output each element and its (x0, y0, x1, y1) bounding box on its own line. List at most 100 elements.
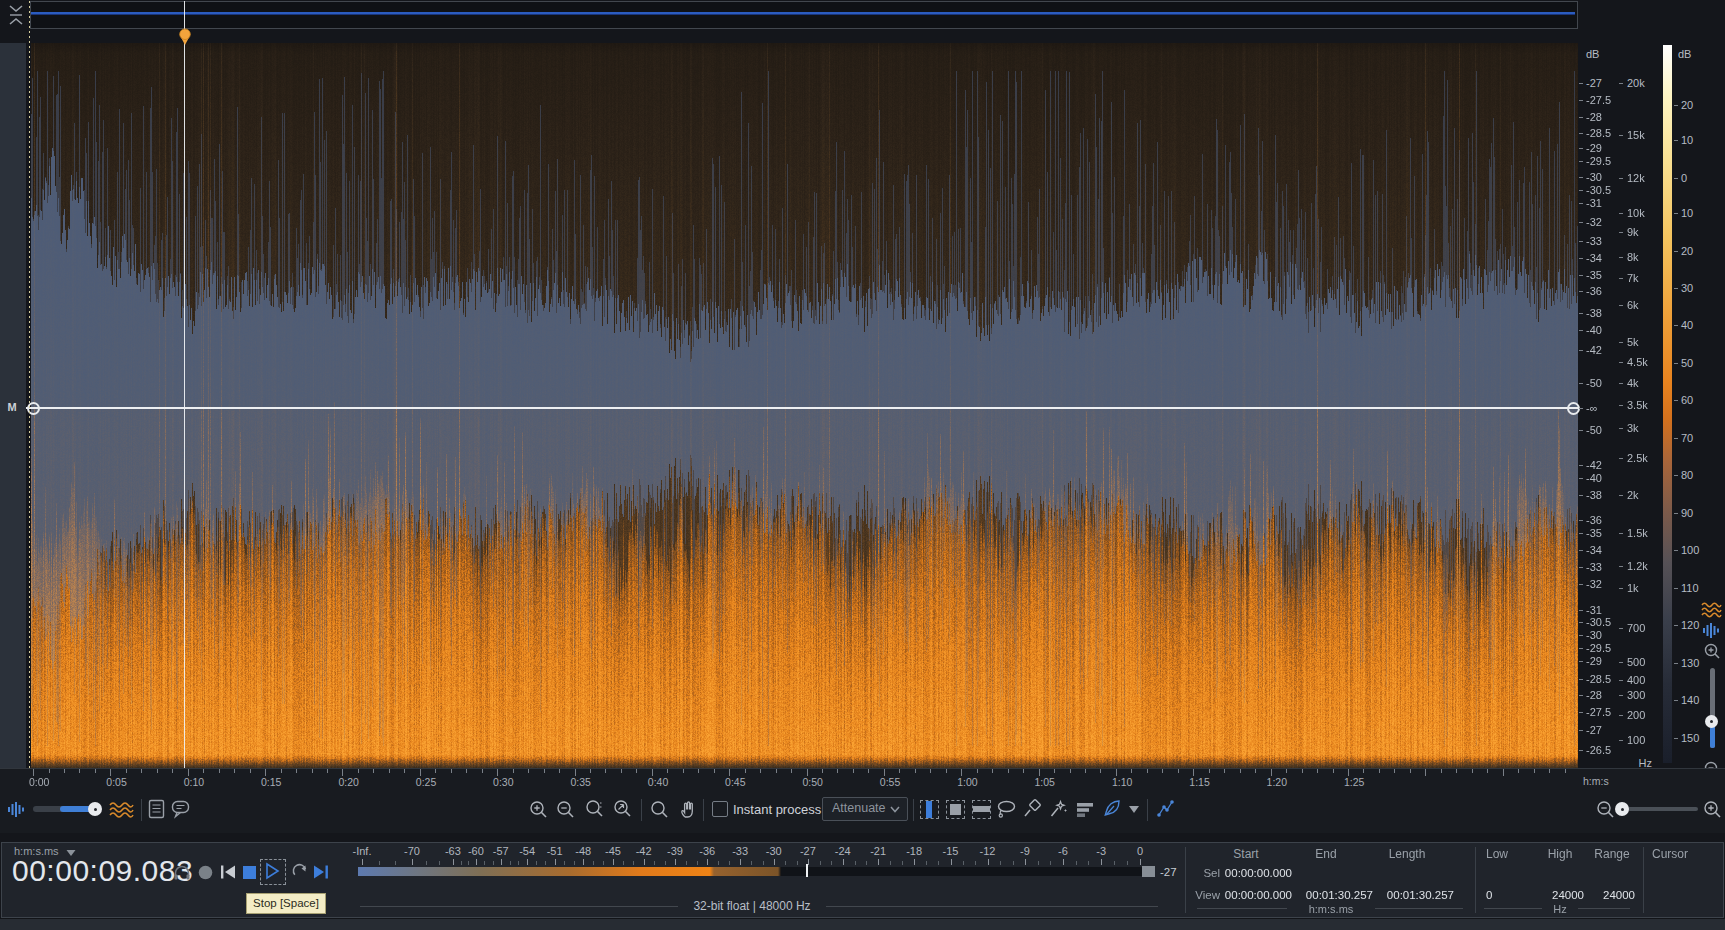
ruler-tick (714, 769, 715, 773)
play-to-end-icon[interactable] (312, 864, 330, 880)
go-to-start-icon[interactable] (219, 864, 237, 880)
hand-tool-icon[interactable] (678, 799, 698, 820)
zoom-selection-icon[interactable] (584, 799, 605, 820)
select-time-icon[interactable] (920, 800, 939, 819)
freq-scale-label: 3k (1627, 422, 1639, 434)
wave-db-scale-label: -27 (1586, 724, 1602, 736)
wave-db-scale-tick (1579, 679, 1583, 680)
ruler-tick (961, 769, 962, 776)
ruler-tick (1456, 769, 1457, 773)
horizontal-zoom-slider-track[interactable] (1618, 807, 1698, 811)
process-mode-value: Attenuate (832, 801, 886, 815)
record-button-icon[interactable] (197, 864, 214, 881)
toolbar-separator (703, 799, 704, 821)
play-button-icon[interactable] (264, 862, 280, 880)
meter-tick (453, 859, 454, 865)
playhead-line[interactable] (184, 1, 185, 768)
format-divider-left (360, 906, 678, 907)
wave-db-scale-label: -30 (1586, 629, 1602, 641)
wave-db-scale-tick (1579, 161, 1583, 162)
ruler-tick (327, 769, 328, 773)
spectrogram-tool-icon[interactable] (109, 800, 134, 819)
ruler-tick (544, 769, 545, 773)
legend-scale-label: 150 (1681, 732, 1699, 744)
zoom-fit-icon[interactable] (612, 799, 633, 820)
freq-table-header: Low (1486, 847, 1508, 861)
waveform-view-icon[interactable] (1702, 622, 1722, 639)
select-time-freq-icon[interactable] (946, 800, 965, 819)
overview-collapse-control[interactable] (5, 2, 27, 26)
legend-scale-label: 140 (1681, 694, 1699, 706)
zoom-in-icon[interactable] (529, 800, 548, 819)
ruler-tick (1441, 769, 1442, 773)
freq-scale-label: 7k (1627, 272, 1639, 284)
ruler-tick (1425, 769, 1426, 776)
feather-brush-icon[interactable] (1100, 798, 1124, 821)
wave-db-scale-tick (1579, 584, 1583, 585)
playhead-marker-icon[interactable] (177, 28, 193, 46)
stop-tooltip: Stop [Space] (246, 893, 326, 914)
wave-db-scale-tick (1579, 203, 1583, 204)
wave-db-scale-label: -29 (1586, 142, 1602, 154)
wave-db-scale-tick (1579, 117, 1583, 118)
ruler-tick (141, 769, 142, 773)
ruler-tick (1317, 769, 1318, 773)
meter-tick (644, 859, 645, 865)
freq-scale-label: 200 (1627, 709, 1645, 721)
lasso-tool-icon[interactable] (996, 799, 1018, 820)
wave-db-scale-label: -30.5 (1586, 184, 1611, 196)
freq-scale-tick (1619, 458, 1623, 459)
meter-tick (951, 859, 952, 865)
spectrogram-legend-bar (1663, 45, 1672, 763)
meter-tick-minor (785, 861, 786, 865)
wave-db-scale-tick (1579, 275, 1583, 276)
horizontal-zoom-in-icon[interactable] (1703, 800, 1722, 819)
wave-db-scale-label: -30.5 (1586, 616, 1611, 628)
freq-scale-label: 20k (1627, 77, 1645, 89)
meter-scale-label: 0 (1137, 845, 1143, 857)
zoom-out-icon[interactable] (556, 800, 575, 819)
wave-db-scale-tick (1579, 83, 1583, 84)
wave-db-scale-label: -34 (1586, 252, 1602, 264)
magic-wand-icon[interactable] (1048, 799, 1069, 820)
ruler-tick (373, 769, 374, 773)
clipboard-icon[interactable] (146, 798, 168, 820)
ruler-tick (1379, 769, 1380, 773)
vertical-zoom-in-icon[interactable] (1703, 642, 1721, 660)
selection-value: 00:00:00.000 (1182, 867, 1292, 879)
select-freq-icon[interactable] (972, 800, 991, 819)
waveform-tool-icon[interactable] (7, 800, 27, 819)
meter-tick-minor (866, 861, 867, 865)
ruler-tick (1054, 769, 1055, 773)
waveform-center-line[interactable] (26, 407, 1579, 409)
legend-scale-tick (1674, 363, 1678, 364)
levels-adjust-icon[interactable] (1076, 800, 1096, 820)
overview-strip[interactable] (30, 1, 1578, 29)
wave-db-scale-tick (1579, 222, 1583, 223)
nodes-curve-icon[interactable] (1155, 798, 1177, 820)
comment-bubble-icon[interactable] (170, 798, 193, 820)
process-mode-dropdown[interactable]: Attenuate (822, 797, 908, 821)
legend-scale-label: 90 (1681, 507, 1693, 519)
monitor-headphones-icon[interactable] (172, 863, 192, 882)
horizontal-zoom-out-icon[interactable] (1596, 800, 1615, 819)
wave-db-scale-tick (1579, 495, 1583, 496)
brush-dropdown-arrow-icon[interactable] (1128, 805, 1140, 814)
spectrogram-canvas[interactable] (31, 43, 1578, 768)
spectrogram-view-icon[interactable] (1701, 601, 1722, 618)
freq-scale-tick (1619, 83, 1623, 84)
selection-table-header: Length (1367, 847, 1447, 861)
brush-tool-icon[interactable] (1022, 799, 1043, 820)
stop-button-icon[interactable] (242, 865, 257, 880)
wave-db-scale-label: -28.5 (1586, 127, 1611, 139)
search-icon[interactable] (650, 800, 669, 819)
ruler-tick (590, 769, 591, 773)
instant-process-checkbox[interactable] (712, 801, 728, 817)
legend-scale-label: 10 (1681, 207, 1693, 219)
wave-db-scale-tick (1579, 291, 1583, 292)
freq-scale-label: 8k (1627, 251, 1639, 263)
wave-db-scale-label: -38 (1586, 307, 1602, 319)
ruler-tick (234, 769, 235, 773)
loop-playback-icon[interactable] (290, 863, 310, 882)
wave-db-scale-label: -27 (1586, 77, 1602, 89)
